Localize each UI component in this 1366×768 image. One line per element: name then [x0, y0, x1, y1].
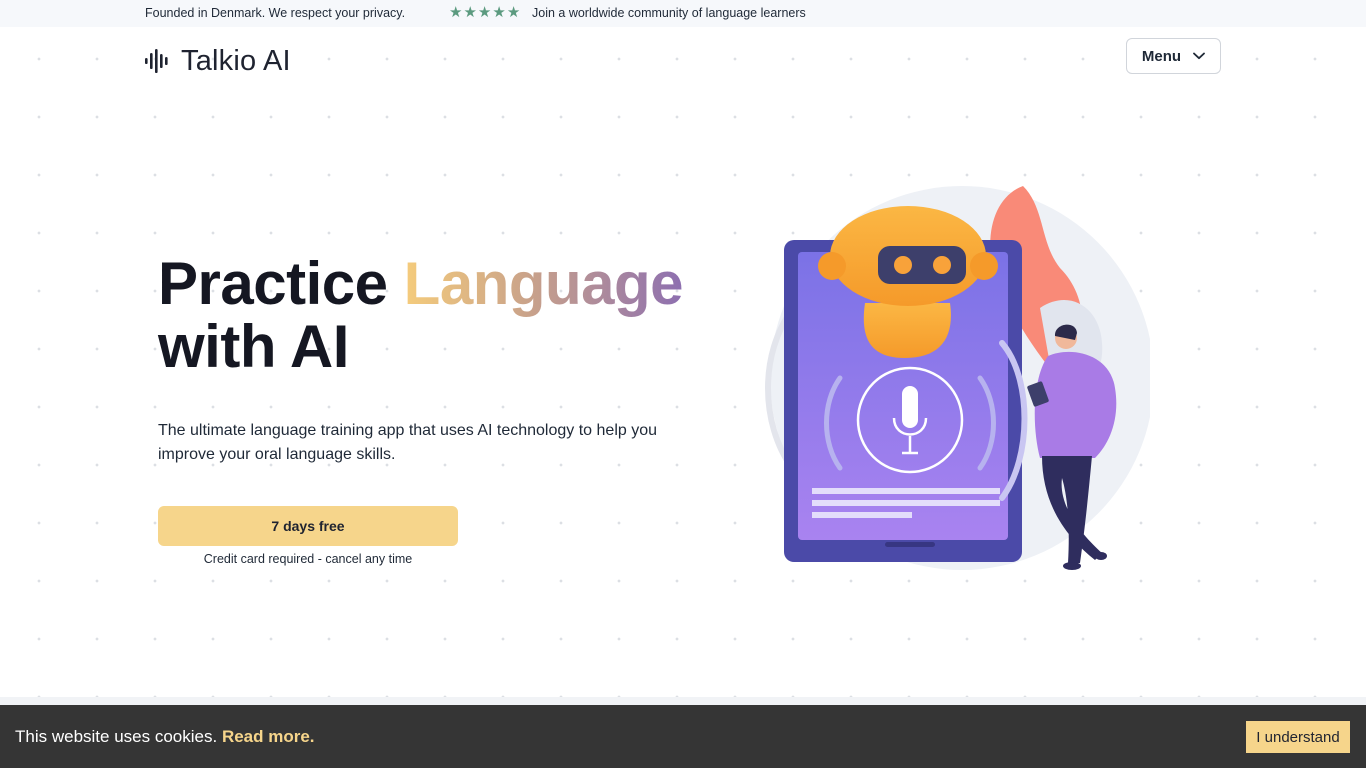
cookie-banner: This website uses cookies. Read more. I … — [0, 705, 1366, 768]
cookie-read-more-link[interactable]: Read more. — [222, 727, 315, 746]
robot-tablet-illustration — [765, 186, 1150, 570]
star-icon: ★ — [477, 4, 492, 21]
screen-text-line-1 — [812, 488, 1000, 494]
chevron-down-icon — [1193, 52, 1205, 60]
hero-subtitle: The ultimate language training app that … — [158, 422, 658, 463]
cookie-accept-button[interactable]: I understand — [1246, 721, 1350, 753]
community-text: Join a worldwide community of language l… — [532, 6, 806, 20]
robot-eye-right — [933, 256, 951, 274]
logo-text: Talkio AI — [181, 44, 291, 77]
microphone-icon — [902, 386, 918, 428]
screen-text-line-2 — [812, 500, 1000, 506]
person-shoe-right — [1095, 552, 1107, 560]
top-announcement-bar: Founded in Denmark. We respect your priv… — [0, 0, 1366, 27]
cookie-message-text: This website uses cookies. — [15, 727, 218, 746]
star-icon: ★ — [463, 4, 477, 21]
person-torso — [1034, 351, 1117, 458]
robot-eye-left — [894, 256, 912, 274]
hero-title-part1: Practice — [158, 250, 404, 317]
star-icon: ★ — [492, 4, 506, 21]
cta-note: Credit card required - cancel any time — [203, 552, 413, 566]
robot-visor — [878, 246, 966, 284]
hero-title-part2: with AI — [158, 313, 349, 380]
privacy-text: Founded in Denmark. We respect your priv… — [145, 6, 406, 20]
person-shoe-left — [1063, 562, 1081, 570]
menu-button[interactable]: Menu — [1126, 38, 1221, 74]
free-trial-button[interactable]: 7 days free — [158, 506, 458, 546]
robot-ear-right — [970, 252, 998, 280]
robot-ear-left — [818, 252, 846, 280]
tablet-home-bar — [885, 542, 935, 547]
cookie-message: This website uses cookies. Read more. — [15, 727, 315, 747]
soundwave-icon — [145, 49, 168, 73]
rating-stars: ★ ★ ★ ★ ★ — [449, 4, 520, 22]
screen-text-line-3 — [812, 512, 912, 518]
star-icon: ★ — [449, 4, 463, 21]
site-logo[interactable]: Talkio AI — [145, 44, 291, 78]
section-divider — [0, 697, 1366, 705]
hero-title: Practice Language with AI — [158, 252, 718, 378]
hero-title-highlight: Language — [403, 250, 684, 317]
star-icon: ★ — [506, 4, 521, 21]
menu-label: Menu — [1141, 47, 1182, 65]
